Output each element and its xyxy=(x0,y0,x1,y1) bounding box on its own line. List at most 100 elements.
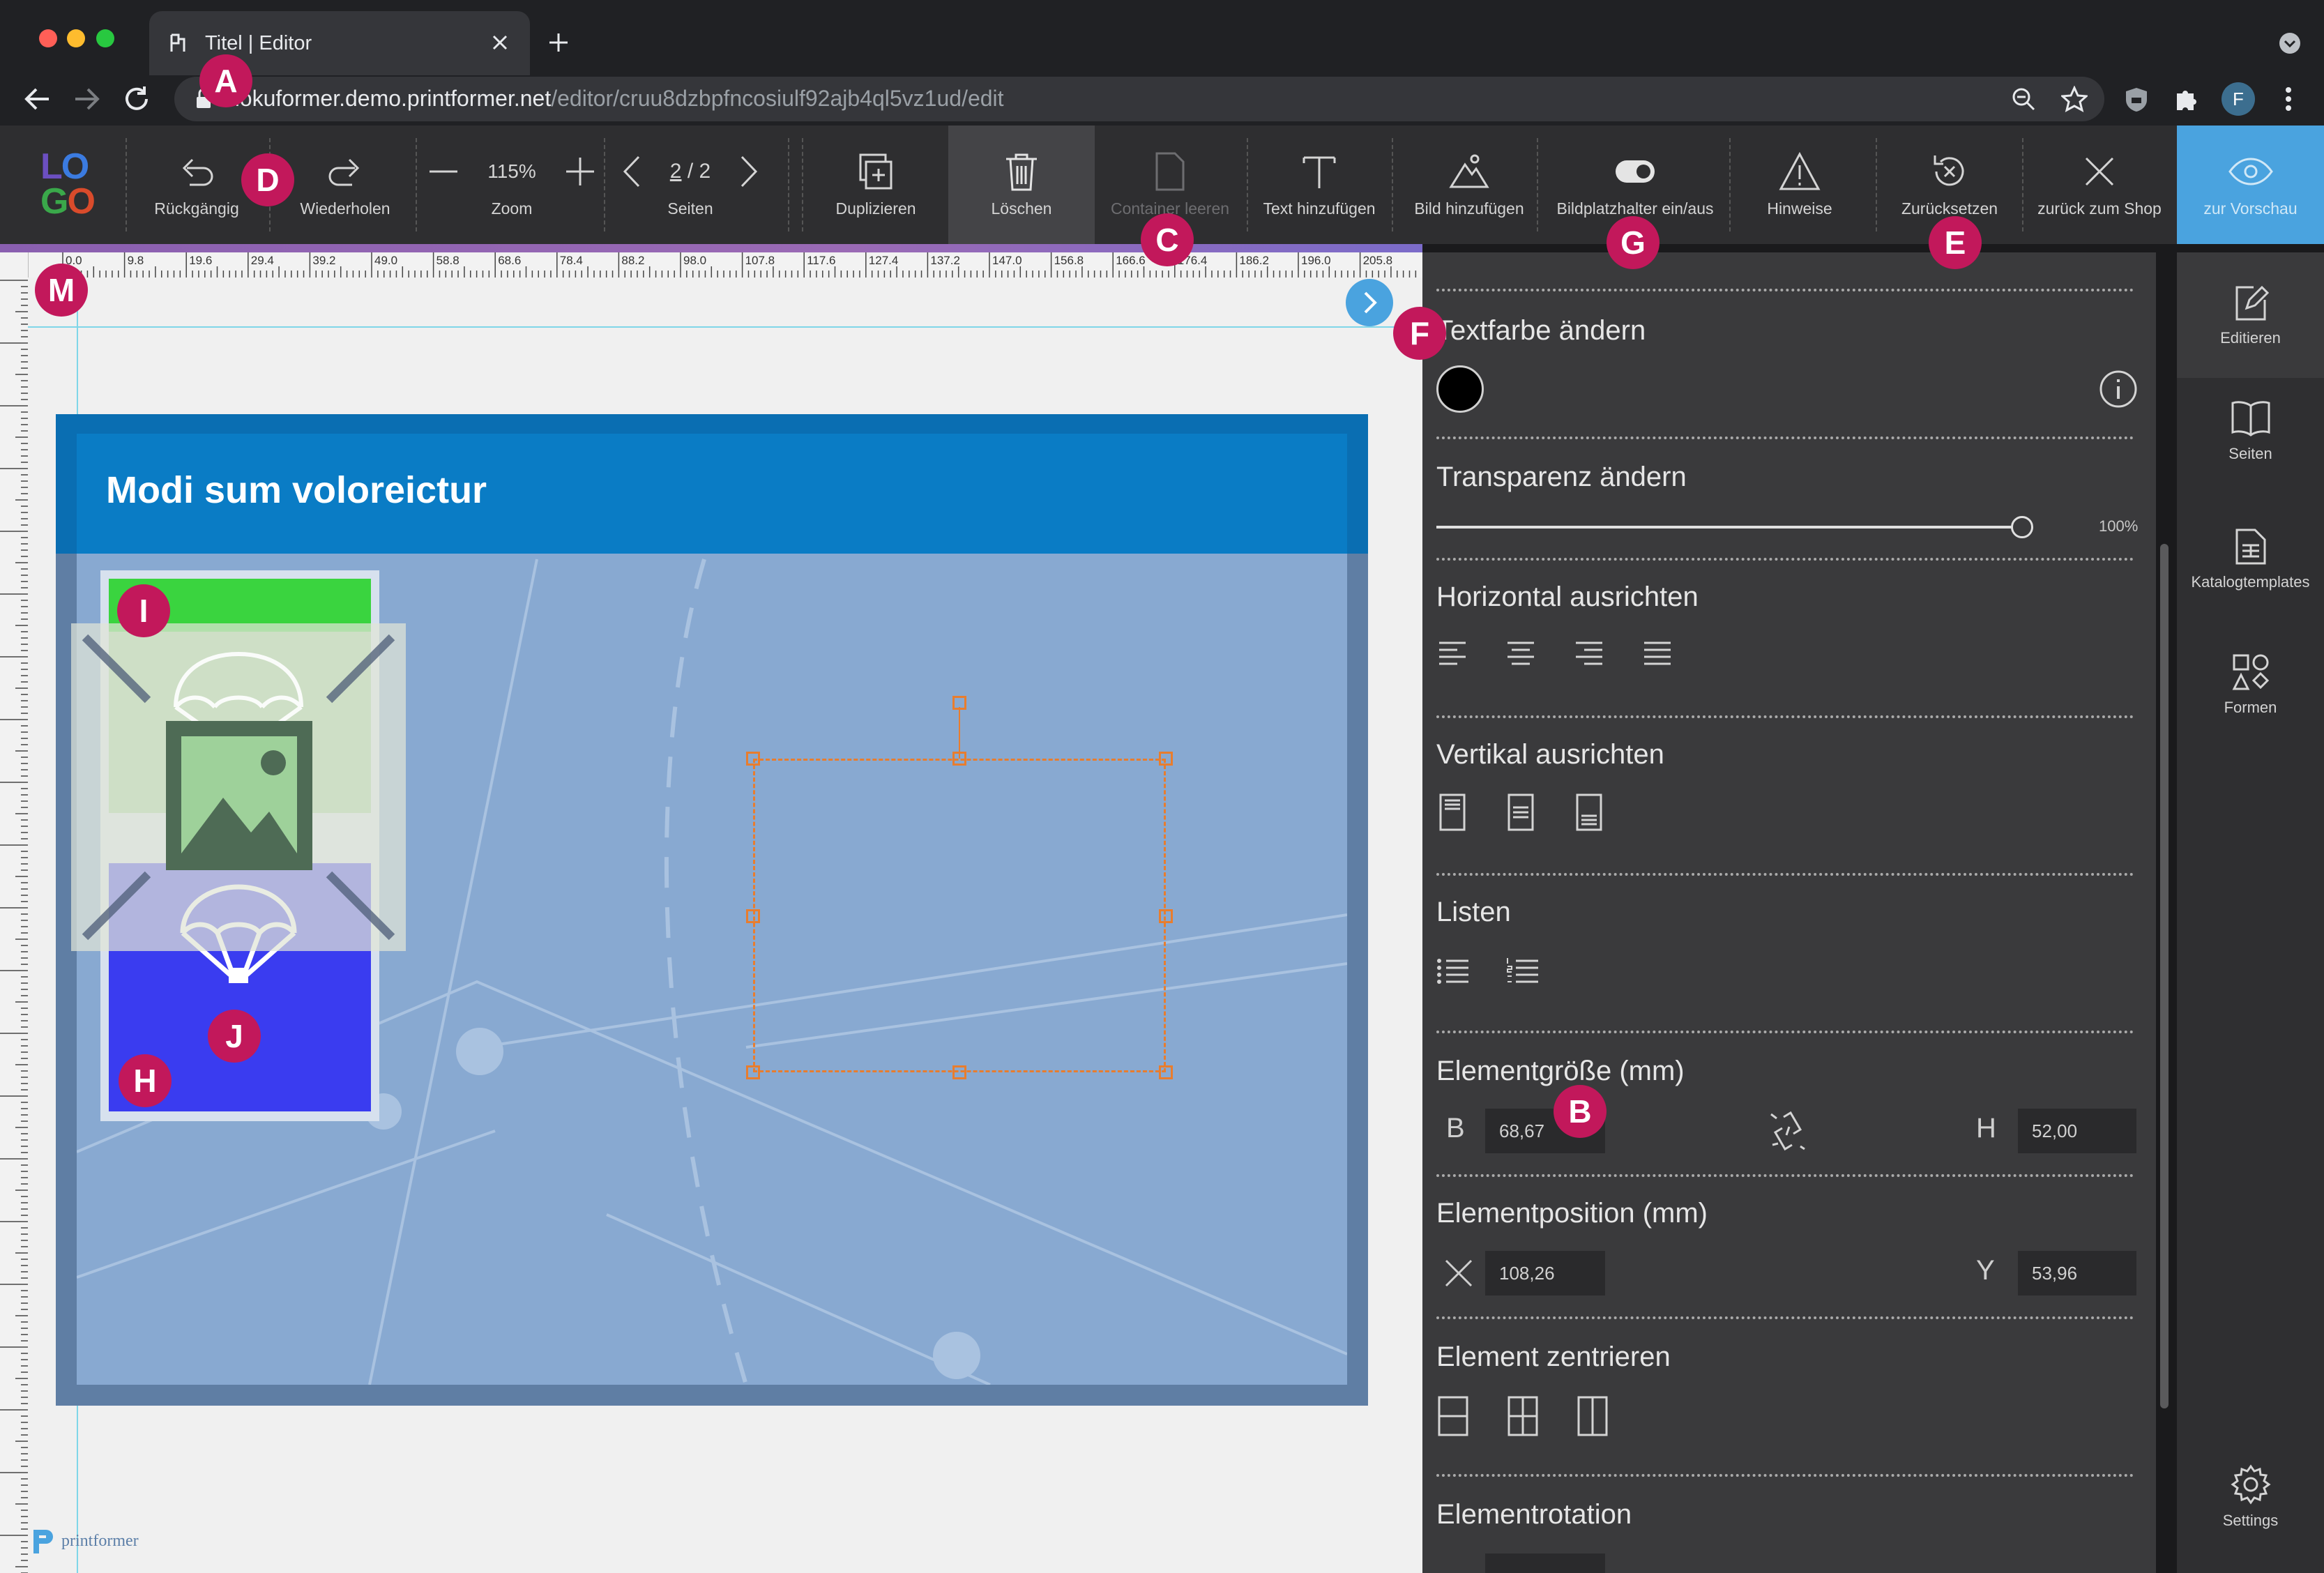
preview-button[interactable]: zur Vorschau xyxy=(2177,126,2324,244)
expand-panel-icon[interactable] xyxy=(1344,278,1395,328)
sidebar-item-shapes[interactable]: Formen xyxy=(2177,653,2324,717)
previous-page-icon[interactable] xyxy=(621,154,641,189)
resize-handle-bottom-left[interactable] xyxy=(746,1065,760,1079)
add-image-button[interactable]: Bild hinzufügen xyxy=(1402,126,1537,244)
close-window-button[interactable] xyxy=(39,29,57,47)
zoom-minus-icon[interactable] xyxy=(428,156,459,187)
progress-accent-bar xyxy=(0,244,1422,252)
sidebar-item-pages[interactable]: Seiten xyxy=(2177,399,2324,463)
hints-button[interactable]: Hinweise xyxy=(1735,126,1864,244)
page-current-input[interactable]: 2 xyxy=(670,160,682,183)
center-both-icon[interactable] xyxy=(1506,1396,1540,1436)
valign-middle-icon[interactable] xyxy=(1505,793,1537,831)
center-horizontal-icon[interactable] xyxy=(1576,1396,1609,1436)
zoom-plus-icon[interactable] xyxy=(565,156,595,187)
resize-handle-top-right[interactable] xyxy=(1159,752,1173,766)
info-icon[interactable] xyxy=(2099,370,2138,409)
panel-scrollbar[interactable] xyxy=(2160,544,2169,1408)
rotation-handle-line xyxy=(959,707,960,759)
x-position-input[interactable]: 108,26 xyxy=(1485,1251,1605,1295)
align-justify-icon[interactable] xyxy=(1641,640,1673,668)
selected-text-frame[interactable] xyxy=(753,759,1166,1072)
close-tab-icon[interactable] xyxy=(491,33,509,52)
page-header[interactable]: Modi sum voloreictur xyxy=(77,434,1347,554)
ruler-tick-label: 196.0 xyxy=(1301,254,1331,267)
extension-shield-icon[interactable] xyxy=(2124,86,2149,113)
delete-button[interactable]: Löschen xyxy=(948,126,1095,244)
back-icon[interactable] xyxy=(24,86,50,112)
valign-top-icon[interactable] xyxy=(1436,793,1468,831)
text-color-section: Textfarbe ändern xyxy=(1436,315,2134,347)
resize-handle-top[interactable] xyxy=(952,752,966,766)
bullet-list-icon[interactable] xyxy=(1436,957,1470,987)
forward-icon[interactable] xyxy=(74,86,100,112)
new-tab-icon[interactable] xyxy=(548,32,569,53)
undo-button[interactable]: Rückgängig xyxy=(141,126,252,244)
ruler-tick-label: 9.8 xyxy=(127,254,144,267)
resize-handle-bottom[interactable] xyxy=(952,1065,966,1079)
callout-f: F xyxy=(1393,307,1446,360)
tab-list-icon[interactable] xyxy=(2279,32,2301,54)
align-right-icon[interactable] xyxy=(1573,640,1605,668)
redo-button[interactable]: Wiederholen xyxy=(286,126,404,244)
width-label: B xyxy=(1446,1113,1465,1143)
transparency-slider-track[interactable] xyxy=(1436,526,2022,529)
drag-image-overlay[interactable] xyxy=(71,623,406,951)
minimize-window-button[interactable] xyxy=(67,29,85,47)
bookmark-star-icon[interactable] xyxy=(2061,86,2088,112)
editor-workspace[interactable]: Modi sum voloreictur printformer xyxy=(28,278,1422,1573)
reload-icon[interactable] xyxy=(123,85,151,113)
address-bar[interactable]: dokuformer.demo.printformer.net/editor/c… xyxy=(174,77,2104,121)
ruler-tick-label: 137.2 xyxy=(930,254,960,267)
browser-menu-icon[interactable] xyxy=(2284,86,2293,112)
transparency-slider-thumb[interactable] xyxy=(2011,516,2033,538)
vertical-ruler[interactable] xyxy=(0,252,29,1573)
page-heading[interactable]: Modi sum voloreictur xyxy=(106,469,487,512)
back-to-shop-button[interactable]: zurück zum Shop xyxy=(2026,126,2173,244)
ruler-tick-label: 156.8 xyxy=(1054,254,1084,267)
ruler-tick-label: 78.4 xyxy=(559,254,583,267)
logo: LO GO LOGO xyxy=(40,146,96,222)
extensions-puzzle-icon[interactable] xyxy=(2174,86,2199,112)
sidebar-item-edit[interactable]: Editieren xyxy=(2177,252,2324,378)
tab-title: Titel | Editor xyxy=(205,32,312,54)
y-position-label: Y xyxy=(1976,1255,1995,1286)
profile-avatar[interactable]: F xyxy=(2222,82,2255,116)
sidebar-item-settings[interactable]: Settings xyxy=(2177,1464,2324,1530)
align-center-icon[interactable] xyxy=(1505,640,1537,668)
duplicate-button[interactable]: Duplizieren xyxy=(813,126,939,244)
text-color-swatch[interactable] xyxy=(1436,365,1484,413)
valign-bottom-icon[interactable] xyxy=(1573,793,1605,831)
align-left-icon[interactable] xyxy=(1436,640,1468,668)
redo-icon xyxy=(326,149,365,194)
ruler-tick-label: 186.2 xyxy=(1239,254,1269,267)
properties-panel: Textfarbe ändern Transparenz ändern 100%… xyxy=(1422,252,2156,1573)
callout-d: D xyxy=(241,153,294,206)
vertical-align-title: Vertikal ausrichten xyxy=(1436,739,1664,770)
rotation-input[interactable] xyxy=(1485,1553,1605,1573)
resize-handle-top-left[interactable] xyxy=(746,752,760,766)
horizontal-ruler[interactable]: 0.0 9.8 19.6 29.4 39.2 49.0 58.8 68.6 78.4 88.2 98… xyxy=(28,252,1422,278)
y-position-input[interactable]: 53,96 xyxy=(2018,1251,2136,1295)
numbered-list-icon[interactable] xyxy=(1506,957,1540,987)
resize-handle-right[interactable] xyxy=(1159,909,1173,923)
element-position-title: Elementposition (mm) xyxy=(1436,1198,1708,1229)
element-center-section: Element zentrieren xyxy=(1436,1342,2134,1373)
transparency-title: Transparenz ändern xyxy=(1436,462,1687,492)
text-icon xyxy=(1300,149,1339,194)
next-page-icon[interactable] xyxy=(739,154,760,189)
center-vertical-icon[interactable] xyxy=(1436,1396,1470,1436)
sidebar-item-catalog-templates[interactable]: Katalogtemplates xyxy=(2177,527,2324,591)
resize-handle-left[interactable] xyxy=(746,909,760,923)
zoom-out-icon[interactable] xyxy=(2011,86,2036,112)
document-page[interactable]: Modi sum voloreictur xyxy=(56,414,1368,1406)
link-dimensions-icon[interactable] xyxy=(1768,1110,1807,1152)
transparency-value: 100% xyxy=(2099,517,2139,535)
resize-handle-bottom-right[interactable] xyxy=(1159,1065,1173,1079)
ruler-tick-label: 68.6 xyxy=(498,254,522,267)
height-input[interactable]: 52,00 xyxy=(2018,1109,2136,1153)
maximize-window-button[interactable] xyxy=(96,29,114,47)
zoom-control: 115% Zoom xyxy=(428,126,595,244)
add-text-button[interactable]: Text hinzufügen xyxy=(1255,126,1383,244)
rotation-handle[interactable] xyxy=(952,696,966,710)
